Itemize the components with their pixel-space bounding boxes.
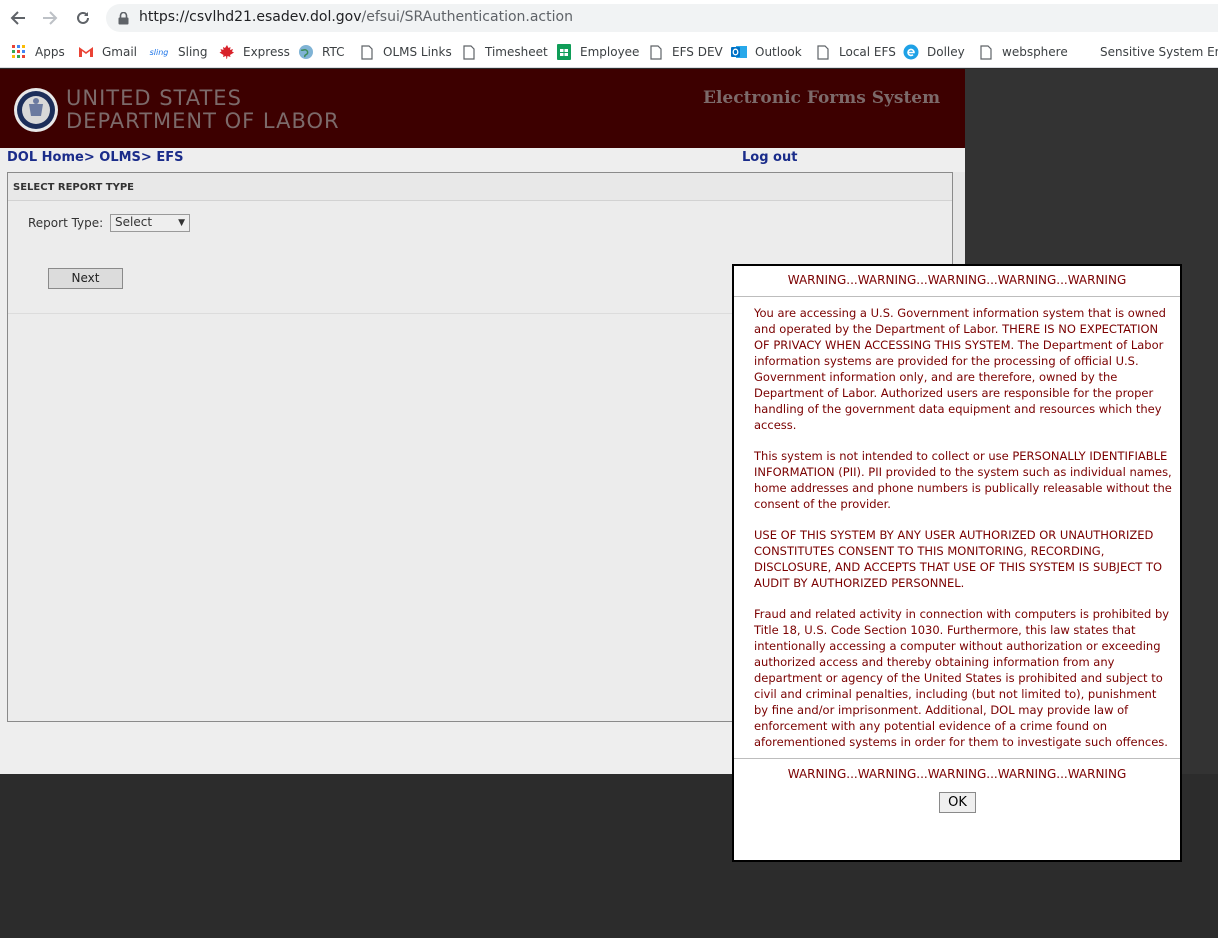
bookmark-sensitive-system[interactable]: Sensitive System En... — [1100, 42, 1218, 62]
outlook-icon — [731, 44, 747, 60]
report-type-select[interactable]: Select ▼ — [110, 214, 190, 232]
dol-banner: UNITED STATES DEPARTMENT OF LABOR Electr… — [0, 69, 965, 148]
agency-name-line1: UNITED STATES — [66, 86, 242, 110]
bookmark-label: Local EFS — [839, 45, 896, 59]
sheets-icon — [556, 44, 572, 60]
report-type-label: Report Type: — [28, 216, 104, 230]
panel-title: SELECT REPORT TYPE — [8, 173, 952, 201]
back-button[interactable] — [7, 7, 29, 29]
forward-arrow-icon — [43, 11, 58, 25]
bookmark-apps[interactable]: Apps — [11, 42, 65, 62]
page-icon — [815, 44, 831, 60]
bookmark-label: Timesheet — [485, 45, 548, 59]
bookmark-employee[interactable]: Employee — [556, 42, 639, 62]
page-icon — [648, 44, 664, 60]
warning-header: WARNING...WARNING...WARNING...WARNING...… — [787, 273, 1127, 287]
bookmark-label: Outlook — [755, 45, 802, 59]
breadcrumb-dol-home[interactable]: DOL Home — [7, 150, 84, 165]
warning-paragraph: USE OF THIS SYSTEM BY ANY USER AUTHORIZE… — [754, 528, 1162, 590]
breadcrumb-separator: > — [140, 150, 152, 165]
bookmark-label: Sensitive System En... — [1100, 45, 1218, 59]
logout-link[interactable]: Log out — [742, 150, 797, 165]
warning-paragraph: This system is not intended to collect o… — [754, 449, 1172, 511]
address-bar[interactable]: https://csvlhd21.esadev.dol.gov/efsui/SR… — [106, 4, 1218, 32]
bookmark-label: OLMS Links — [383, 45, 452, 59]
next-button[interactable]: Next — [48, 268, 123, 289]
warning-body: You are accessing a U.S. Government info… — [754, 305, 1174, 765]
gmail-icon — [78, 44, 94, 60]
url-text: https://csvlhd21.esadev.dol.gov/efsui/SR… — [139, 9, 573, 25]
report-type-value: Select — [115, 215, 153, 229]
warning-paragraph: You are accessing a U.S. Government info… — [754, 306, 1166, 432]
page-icon — [461, 44, 477, 60]
reload-button[interactable] — [72, 7, 94, 29]
divider — [734, 758, 1180, 759]
bookmark-label: Dolley — [927, 45, 965, 59]
bookmark-label: Gmail — [102, 45, 138, 59]
sling-icon: sling — [149, 47, 169, 57]
url-host: https://csvlhd21.esadev.dol.gov — [139, 9, 362, 25]
warning-footer: WARNING...WARNING...WARNING...WARNING...… — [787, 767, 1127, 781]
breadcrumb-efs[interactable]: EFS — [156, 150, 183, 165]
forward-button[interactable] — [39, 7, 61, 29]
breadcrumb: DOL Home> OLMS> EFS — [7, 150, 183, 165]
breadcrumb-olms[interactable]: OLMS — [99, 150, 141, 165]
bookmark-label: websphere — [1002, 45, 1068, 59]
bookmarks-bar: Apps Gmail sling Sling Express RTC OLMS … — [0, 36, 1218, 68]
back-arrow-icon — [10, 11, 25, 25]
bookmark-gmail[interactable]: Gmail — [78, 42, 137, 62]
bookmark-efs-dev[interactable]: EFS DEV — [648, 42, 723, 62]
agency-name-line2: DEPARTMENT OF LABOR — [66, 109, 340, 133]
bookmark-dolley[interactable]: Dolley — [903, 42, 965, 62]
reload-icon — [77, 11, 89, 24]
divider — [734, 296, 1180, 297]
bookmark-label: Express — [243, 45, 290, 59]
page-icon — [359, 44, 375, 60]
breadcrumb-separator: > — [83, 150, 95, 165]
bookmark-outlook[interactable]: Outlook — [731, 42, 802, 62]
bookmark-websphere[interactable]: websphere — [978, 42, 1068, 62]
e-icon — [903, 44, 919, 60]
bookmark-label: Sling — [178, 45, 208, 59]
bookmark-label: Employee — [580, 45, 640, 59]
maple-leaf-icon — [219, 44, 235, 60]
bookmark-local-efs[interactable]: Local EFS — [815, 42, 896, 62]
bookmark-label: EFS DEV — [672, 45, 723, 59]
bookmark-label: Apps — [35, 45, 65, 59]
globe-icon — [298, 44, 314, 60]
url-path: /efsui/SRAuthentication.action — [361, 9, 573, 25]
ok-button[interactable]: OK — [939, 792, 976, 813]
browser-toolbar: https://csvlhd21.esadev.dol.gov/efsui/SR… — [0, 0, 1218, 36]
warning-dialog: WARNING...WARNING...WARNING...WARNING...… — [732, 264, 1182, 862]
bookmark-timesheet[interactable]: Timesheet — [461, 42, 548, 62]
bookmark-express[interactable]: Express — [219, 42, 290, 62]
bookmark-sling[interactable]: sling Sling — [148, 42, 208, 62]
page-icon — [978, 44, 994, 60]
bookmark-olms-links[interactable]: OLMS Links — [359, 42, 452, 62]
bookmark-rtc[interactable]: RTC — [298, 42, 344, 62]
warning-paragraph: Fraud and related activity in connection… — [754, 607, 1170, 749]
lock-icon — [118, 12, 129, 25]
dropdown-arrow-icon: ▼ — [178, 218, 185, 228]
apps-grid-icon — [11, 44, 27, 60]
bookmark-label: RTC — [322, 45, 345, 59]
dol-seal-icon — [14, 88, 58, 132]
system-title: Electronic Forms System — [703, 88, 941, 108]
